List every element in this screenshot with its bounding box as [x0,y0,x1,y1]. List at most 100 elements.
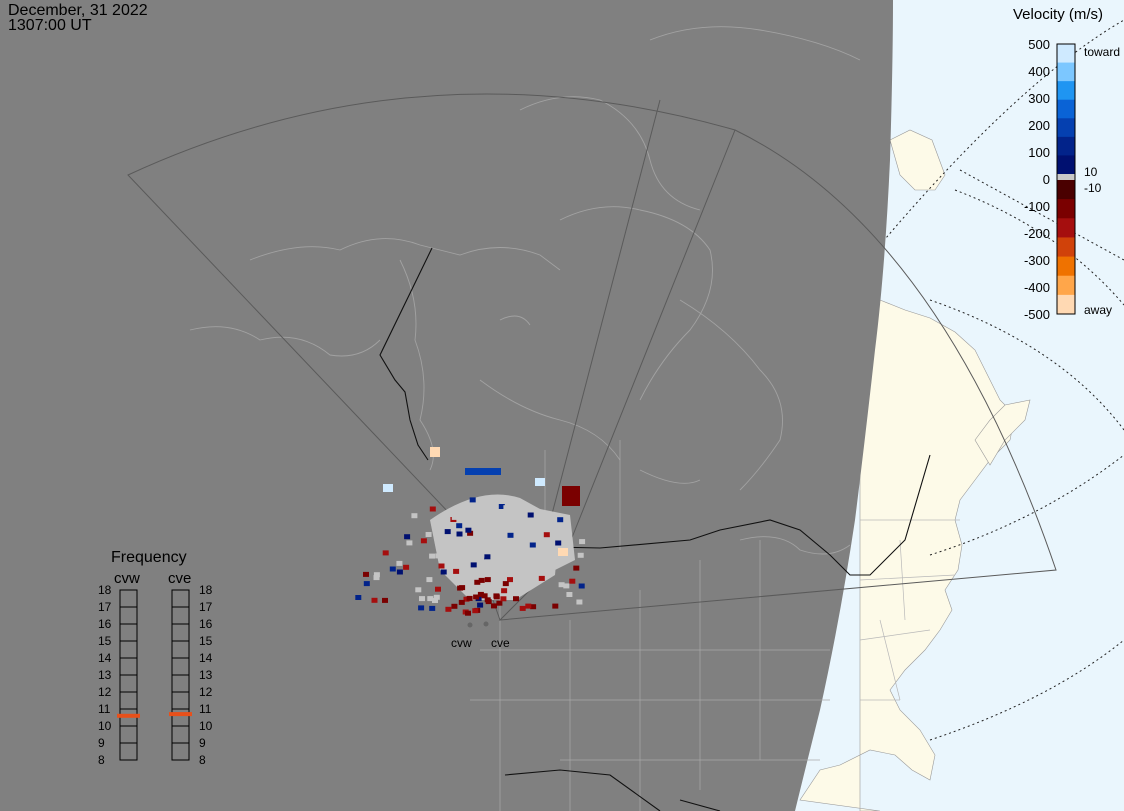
scatter-cell [403,564,410,570]
scatter-cell [382,550,389,556]
scatter-cell [493,594,500,600]
velocity-swatch-toward [1057,81,1075,101]
scatter-cell [552,603,559,609]
scatter-cell [429,605,436,611]
scatter-cell [427,596,434,602]
scatter-cell [383,484,393,492]
frequency-scale-label-right: 17 [199,600,213,614]
scatter-cell [420,538,427,544]
scatter-cell [470,562,477,568]
velocity-tick-label: 200 [1028,118,1050,133]
scatter-cell [440,546,447,552]
scatter-cell [382,597,388,603]
scatter-cell [557,517,564,523]
scatter-cell [569,578,576,584]
frequency-scale-label-right: 13 [199,668,213,682]
frequency-scale-label-left: 18 [98,583,112,597]
scatter-cell [453,568,460,574]
scatter-cell [529,542,536,548]
scatter-cell [535,478,545,486]
scatter-cell [501,588,508,594]
scatter-cell [566,592,573,597]
scatter-cell [496,600,503,606]
scatter-cell [473,594,480,600]
velocity-toward-label: toward [1084,45,1121,59]
scatter-cell [532,577,539,583]
scatter-cell [484,577,491,583]
frequency-marker-cve [169,712,192,717]
velocity-swatch-toward [1057,99,1075,119]
scatter-cell [578,583,585,589]
velocity-swatch-away [1057,218,1075,238]
station-label-cve: cve [491,636,510,650]
scatter-cell [543,532,550,538]
scatter-cell [464,549,471,555]
scatter-cell [519,605,526,611]
scatter-cell [491,603,497,609]
scatter-cell [429,506,436,512]
frequency-scale-label-left: 11 [98,702,111,716]
velocity-swatch-away [1057,275,1075,296]
scatter-cell [396,569,403,575]
scatter-cell [433,594,440,600]
scatter-cell [435,586,441,592]
velocity-tick-label: 500 [1028,37,1050,52]
scatter-cell [363,581,370,587]
velocity-tick-label: -500 [1023,307,1050,322]
scatter-cell [577,552,584,558]
scatter-cell [411,513,418,519]
scatter-cell [456,523,463,529]
velocity-swatch-away [1057,199,1075,219]
frequency-scale-label-right: 8 [199,753,206,767]
scatter-cell [509,504,516,510]
scatter-cell [445,606,452,612]
velocity-swatch-toward [1057,62,1075,82]
scatter-cell [558,548,568,556]
scatter-cell [438,563,445,569]
velocity-tick-label: -300 [1023,253,1050,268]
velocity-tick-label: 400 [1028,64,1050,79]
velocity-swatch-ground [1057,174,1075,180]
velocity-tick-label: 100 [1028,145,1050,160]
frequency-scale-label-left: 9 [98,736,105,750]
scatter-cell [451,514,458,520]
scatter-cell [485,599,492,605]
scatter-cell [429,553,436,559]
scatter-cell [465,468,501,475]
velocity-tick-label: -200 [1023,226,1050,241]
frequency-radar-name-cvw: cvw [114,570,140,587]
scatter-cell [573,565,580,571]
scatter-cell [527,512,534,518]
frequency-scale-label-right: 10 [199,719,213,733]
scatter-cell [538,575,545,581]
frequency-scale-label-left: 14 [98,651,112,665]
scatter-cell [529,562,536,568]
scatter-cell [466,595,473,601]
scatter-cell [474,579,481,585]
scatter-cell [525,603,532,609]
scatter-cell [482,569,489,575]
scatter-cell [415,587,422,593]
scatter-cell [404,534,411,540]
scatter-cell [576,599,583,605]
frequency-scale-label-right: 11 [199,702,212,716]
scatter-cell [355,595,362,600]
scatter-cell [457,585,464,591]
scatter-cell [562,486,580,506]
scatter-cell [373,572,380,578]
scatter-cell [363,571,369,577]
scatter-cell [451,603,458,609]
velocity-neg-threshold-label: -10 [1084,181,1102,195]
scatter-cell [406,540,413,546]
frequency-title: Frequency [111,549,187,566]
scatter-cell [484,554,491,560]
velocity-swatch-away [1057,294,1075,315]
velocity-tick-label: -100 [1023,199,1050,214]
scatter-cell [452,574,459,580]
scatter-cell [471,508,478,514]
station-label-cvw: cvw [451,636,472,650]
velocity-away-label: away [1084,303,1113,317]
night-region [0,0,893,811]
velocity-pos-threshold-label: 10 [1084,165,1098,179]
velocity-swatch-toward [1057,118,1075,138]
